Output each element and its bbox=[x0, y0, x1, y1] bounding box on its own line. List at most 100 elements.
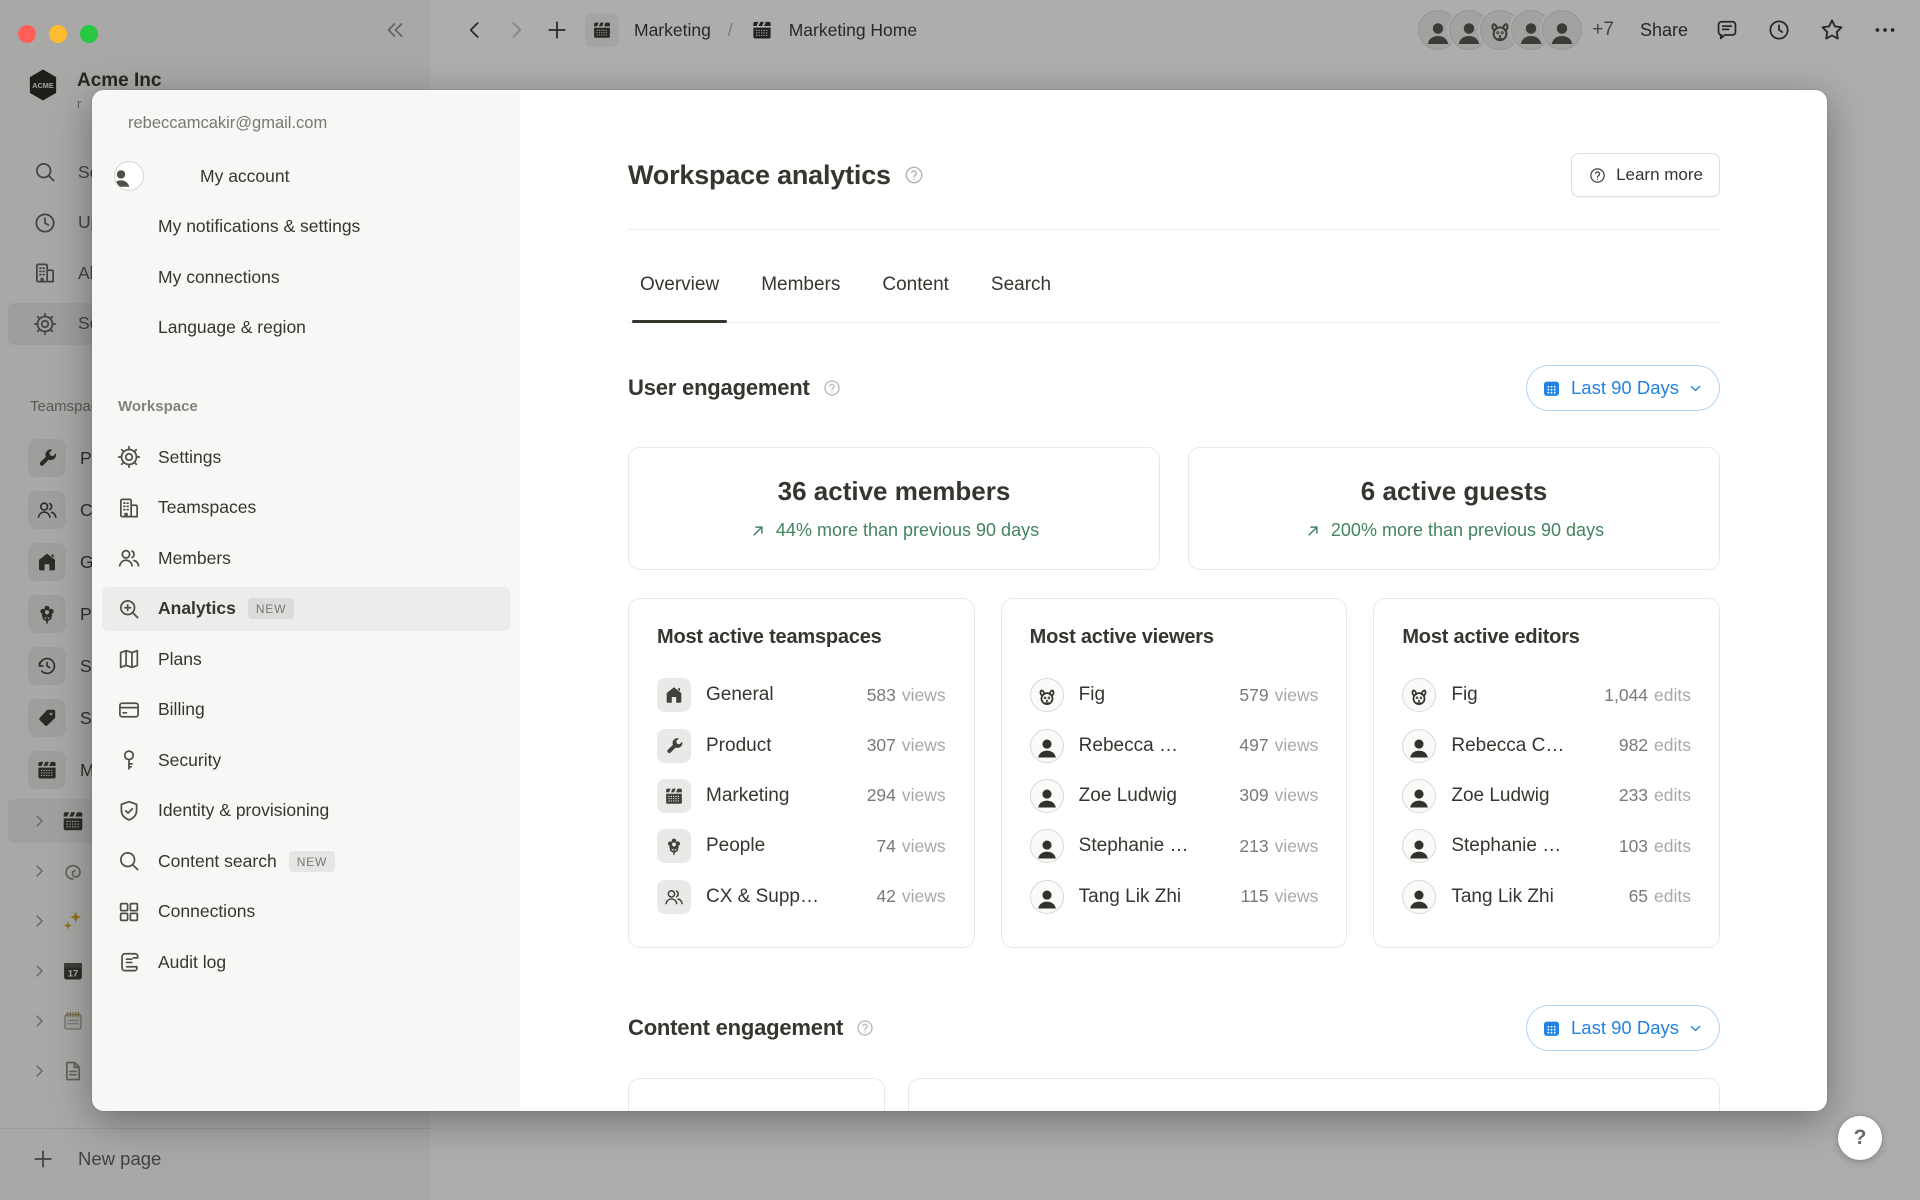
stat-value: 6 active guests bbox=[1361, 476, 1547, 507]
settings-nav-item[interactable]: Settings bbox=[102, 435, 510, 479]
help-button[interactable]: ? bbox=[1838, 1116, 1882, 1160]
content-engagement-card bbox=[628, 1078, 885, 1111]
close-window-button[interactable] bbox=[18, 25, 36, 43]
flower-icon bbox=[663, 835, 685, 857]
settings-nav-item[interactable]: Members bbox=[102, 536, 510, 580]
settings-nav-item[interactable]: Identity & provisioning bbox=[102, 789, 510, 833]
tab[interactable]: Search bbox=[987, 248, 1055, 322]
learn-more-button[interactable]: Learn more bbox=[1571, 153, 1720, 197]
clapperboard-icon bbox=[663, 785, 685, 807]
settings-nav-item[interactable]: Teamspaces bbox=[102, 486, 510, 530]
person-icon bbox=[1034, 735, 1060, 761]
stat-delta: 200% more than previous 90 days bbox=[1304, 520, 1604, 541]
person-icon bbox=[1406, 836, 1432, 862]
leaderboard-row: People 74views bbox=[657, 821, 946, 871]
date-range-dropdown[interactable]: Last 90 Days bbox=[1526, 365, 1720, 411]
leaderboard-card-teamspaces: Most active teamspaces General 583views bbox=[628, 598, 975, 948]
new-badge: NEW bbox=[248, 598, 294, 619]
people-icon bbox=[663, 886, 685, 908]
leaderboard-row: Zoe Ludwig 233edits bbox=[1402, 771, 1691, 821]
stat-card: 6 active guests 200% more than previous … bbox=[1188, 447, 1720, 570]
shield-check-icon bbox=[116, 798, 142, 824]
divider bbox=[628, 229, 1720, 230]
dog-icon bbox=[1406, 685, 1432, 711]
person-icon bbox=[1406, 735, 1432, 761]
settings-nav-item[interactable]: Language & region bbox=[102, 306, 510, 350]
zoom-window-button[interactable] bbox=[80, 25, 98, 43]
leaderboard-card-viewers: Most active viewers Fig 579views bbox=[1001, 598, 1348, 948]
workspace-section-label: Workspace bbox=[118, 398, 198, 415]
people-icon bbox=[116, 545, 142, 571]
leaderboard-row: CX & Supp… 42views bbox=[657, 872, 946, 922]
question-circle-icon[interactable] bbox=[855, 1018, 875, 1038]
key-icon bbox=[116, 747, 142, 773]
tab[interactable]: Members bbox=[757, 248, 844, 322]
leaderboard-row: Zoe Ludwig 309views bbox=[1030, 771, 1319, 821]
calendar-icon bbox=[1541, 1018, 1562, 1039]
leaderboard-row: Product 307views bbox=[657, 720, 946, 770]
chevron-down-icon bbox=[1688, 1021, 1703, 1036]
question-circle-icon[interactable] bbox=[822, 378, 842, 398]
settings-nav-item[interactable]: Content search NEW bbox=[102, 839, 510, 883]
settings-nav-item[interactable]: Analytics NEW bbox=[102, 587, 510, 631]
leaderboard-row: Stephanie … 103edits bbox=[1402, 821, 1691, 871]
stat-value: 36 active members bbox=[778, 476, 1011, 507]
settings-content: Workspace analytics Learn more Overview … bbox=[520, 90, 1827, 1111]
person-icon bbox=[1406, 785, 1432, 811]
leaderboard-row: Tang Lik Zhi 115views bbox=[1030, 872, 1319, 922]
calendar-icon bbox=[1541, 378, 1562, 399]
arrow-up-right-icon bbox=[749, 522, 767, 540]
new-badge: NEW bbox=[289, 851, 335, 872]
leaderboard-cards: Most active teamspaces General 583views bbox=[628, 598, 1720, 948]
workspace-settings-list: Settings Teamspaces Members bbox=[92, 435, 520, 991]
settings-nav-item[interactable]: My account bbox=[102, 154, 510, 198]
search-plus-icon bbox=[116, 596, 142, 622]
settings-nav-item[interactable]: Audit log bbox=[102, 940, 510, 984]
question-circle-icon[interactable] bbox=[903, 164, 925, 186]
leaderboard-row: General 583views bbox=[657, 670, 946, 720]
tab[interactable]: Overview bbox=[636, 248, 723, 322]
page-title: Workspace analytics bbox=[628, 160, 891, 191]
settings-nav-item[interactable]: Plans bbox=[102, 637, 510, 681]
grid-icon bbox=[116, 899, 142, 925]
person-icon bbox=[1034, 886, 1060, 912]
leaderboard-row: Fig 1,044edits bbox=[1402, 670, 1691, 720]
tab[interactable]: Content bbox=[878, 248, 953, 322]
leaderboard-row: Rebecca C… 982edits bbox=[1402, 720, 1691, 770]
dog-icon bbox=[1034, 685, 1060, 711]
minimize-window-button[interactable] bbox=[49, 25, 67, 43]
building-icon bbox=[116, 495, 142, 521]
section-heading: User engagement bbox=[628, 375, 810, 401]
gear-icon bbox=[116, 444, 142, 470]
stat-card: 36 active members 44% more than previous… bbox=[628, 447, 1160, 570]
analytics-tabs: Overview Members Content Search bbox=[628, 248, 1720, 323]
leaderboard-row: Rebecca … 497views bbox=[1030, 720, 1319, 770]
settings-nav-item[interactable]: My connections bbox=[102, 255, 510, 299]
account-settings-list: My account My notifications & settings bbox=[92, 154, 520, 356]
settings-dialog: rebeccamcakir@gmail.com My account bbox=[92, 90, 1827, 1111]
person-icon bbox=[1406, 886, 1432, 912]
stat-delta: 44% more than previous 90 days bbox=[749, 520, 1039, 541]
leaderboard-row: Fig 579views bbox=[1030, 670, 1319, 720]
settings-nav-item[interactable]: Connections bbox=[102, 890, 510, 934]
leaderboard-row: Marketing 294views bbox=[657, 771, 946, 821]
leaderboard-card-editors: Most active editors Fig 1,044edits bbox=[1373, 598, 1720, 948]
settings-nav: rebeccamcakir@gmail.com My account bbox=[92, 90, 520, 1111]
scroll-icon bbox=[116, 949, 142, 975]
settings-nav-item[interactable]: Billing bbox=[102, 688, 510, 732]
person-icon bbox=[1034, 836, 1060, 862]
person-icon bbox=[1034, 785, 1060, 811]
leaderboard-row: Tang Lik Zhi 65edits bbox=[1402, 872, 1691, 922]
user-engagement-header: User engagement Last 90 Days bbox=[628, 365, 1720, 411]
user-avatar bbox=[114, 161, 144, 191]
arrow-up-right-icon bbox=[1304, 522, 1322, 540]
date-range-dropdown[interactable]: Last 90 Days bbox=[1526, 1005, 1720, 1051]
search-icon bbox=[116, 848, 142, 874]
settings-nav-item[interactable]: Security bbox=[102, 738, 510, 782]
card-icon bbox=[116, 697, 142, 723]
question-circle-icon bbox=[1588, 166, 1607, 185]
settings-nav-item[interactable]: My notifications & settings bbox=[102, 205, 510, 249]
section-heading: Content engagement bbox=[628, 1015, 843, 1041]
notion-window: Marketing / Marketing Home +7 Share ACME bbox=[0, 0, 1920, 1200]
person-icon bbox=[114, 166, 133, 190]
